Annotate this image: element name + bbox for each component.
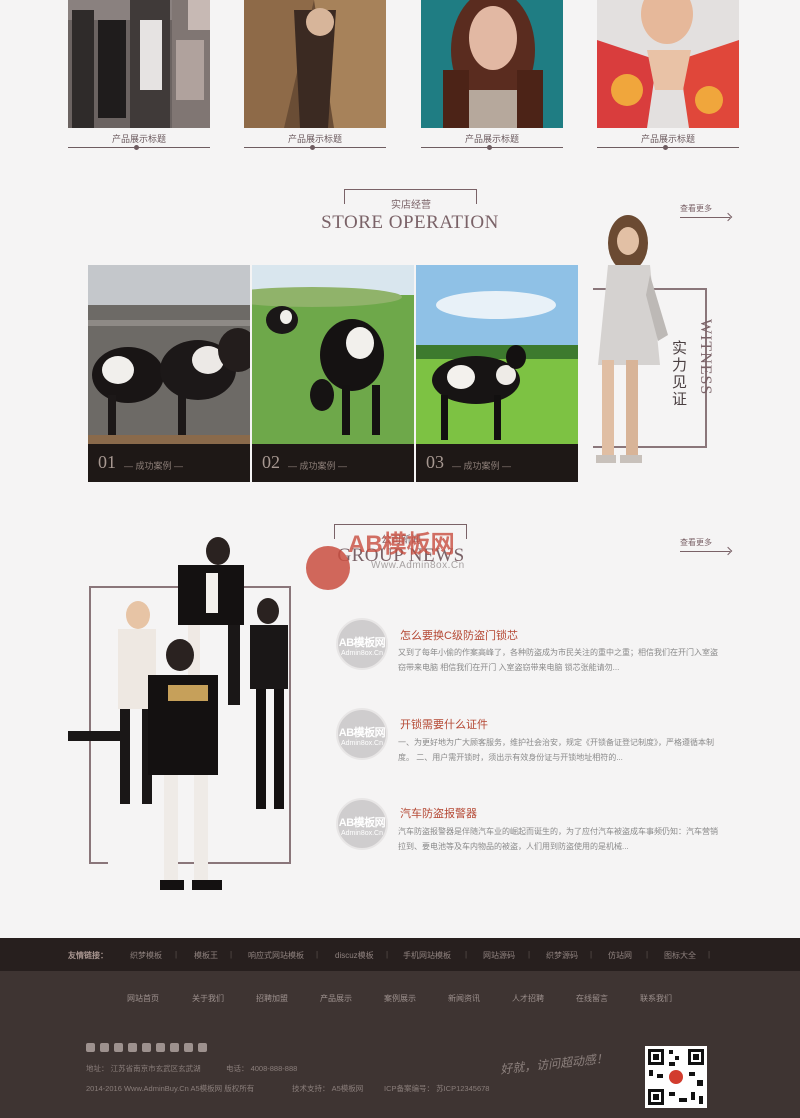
more-link[interactable]: 查看更多 — [680, 203, 730, 218]
product-caption: 产品展示标题 — [421, 128, 563, 150]
footer: 网站首页 关于我们 招聘加盟 产品展示 案例展示 新闻资讯 人才招聘 在线留言 … — [0, 971, 800, 1118]
plus-share-icon[interactable] — [86, 1043, 95, 1052]
section-title-cn: 实店经营 — [391, 200, 431, 211]
news-thumb-icon[interactable]: AB模板网 Admin8ox.Cn — [336, 618, 388, 670]
news-title[interactable]: 汽车防盗报警器 — [400, 805, 477, 821]
watermark-logo-icon — [306, 546, 350, 590]
news-thumb-icon[interactable]: AB模板网 Admin8ox.Cn — [336, 708, 388, 760]
renren-icon[interactable] — [156, 1043, 165, 1052]
section-title-en: STORE OPERATION — [321, 212, 499, 233]
link-divider: | — [528, 950, 531, 959]
product-card[interactable]: 产品展示标题 — [597, 0, 739, 150]
case-number: 03 — [426, 452, 444, 472]
qq-icon[interactable] — [128, 1043, 137, 1052]
case-card[interactable]: 02 — 成功案例 — — [252, 265, 414, 482]
product-caption: 产品展示标题 — [244, 128, 386, 150]
link-divider: | — [230, 950, 233, 959]
friend-link[interactable]: 织梦模板 — [130, 950, 162, 961]
footer-nav-item[interactable]: 网站首页 — [127, 993, 159, 1004]
product-image[interactable] — [597, 0, 739, 128]
news-group-photo — [68, 537, 288, 890]
news-thumb-title: AB模板网 — [338, 637, 386, 649]
link-divider: | — [386, 950, 389, 959]
case-card[interactable]: 03 — 成功案例 — — [416, 265, 578, 482]
friend-links-bar: 友情链接： 织梦模板 | 模板王 | 响应式网站模板 | discuz模板 | … — [0, 938, 800, 971]
link-divider: | — [708, 950, 711, 959]
friend-link[interactable]: 模板王 — [194, 950, 218, 961]
product-caption: 产品展示标题 — [597, 128, 739, 150]
friend-link[interactable]: 仿站网 — [608, 950, 632, 961]
footer-nav-item[interactable]: 新闻资讯 — [448, 993, 480, 1004]
weibo-icon[interactable] — [114, 1043, 123, 1052]
footer-nav-item[interactable]: 在线留言 — [576, 993, 608, 1004]
wechat-icon[interactable] — [184, 1043, 193, 1052]
page: 产品展示标题 产品展示标题 产品展示标题 产品展示标题 实店经营 STORE O… — [0, 0, 800, 1118]
news-thumb-title: AB模板网 — [338, 727, 386, 739]
footer-address: 地址： 江苏省南京市玄武区玄武湖 — [86, 1064, 201, 1073]
friend-link[interactable]: 响应式网站模板 — [248, 950, 304, 961]
case-caption: 03 — 成功案例 — — [416, 444, 578, 482]
sina-icon[interactable] — [142, 1043, 151, 1052]
footer-nav-item[interactable]: 关于我们 — [192, 993, 224, 1004]
news-thumb-sub: Admin8ox.Cn — [340, 740, 384, 747]
link-divider: | — [316, 950, 319, 959]
product-card[interactable]: 产品展示标题 — [421, 0, 563, 150]
footer-copyright: 2014-2016 Www.AdminBuy.Cn A5模板网 版权所有 — [86, 1084, 255, 1093]
news-excerpt: 一、为更好地为广大顾客服务，维护社会治安，规定《开锁备证登记制度》，严格遵循本制… — [398, 738, 714, 762]
news-title[interactable]: 开锁需要什么证件 — [400, 716, 488, 732]
witness-en: WITNESS — [697, 319, 714, 396]
case-label: — 成功案例 — — [452, 461, 512, 471]
case-number: 02 — [262, 452, 280, 472]
footer-nav-item[interactable]: 招聘加盟 — [256, 993, 288, 1004]
douban-icon[interactable] — [170, 1043, 179, 1052]
star-share-icon[interactable] — [100, 1043, 109, 1052]
friend-link[interactable]: 图标大全 — [664, 950, 696, 961]
friend-link[interactable]: 网站源码 — [483, 950, 515, 961]
product-caption: 产品展示标题 — [68, 128, 210, 150]
link-divider: | — [646, 950, 649, 959]
footer-tech-support: 技术支持： A5模板网 — [292, 1084, 364, 1093]
case-card[interactable]: 01 — 成功案例 — — [88, 265, 250, 482]
qr-code-icon — [645, 1046, 707, 1108]
footer-nav-item[interactable]: 联系我们 — [640, 993, 672, 1004]
mail-icon[interactable] — [198, 1043, 207, 1052]
witness-cn: 实力见证 — [672, 340, 688, 408]
case-caption: 02 — 成功案例 — — [252, 444, 414, 482]
product-image[interactable] — [421, 0, 563, 128]
news-title[interactable]: 怎么要换C级防盗门锁芯 — [400, 627, 518, 643]
more-link[interactable]: 查看更多 — [680, 537, 730, 552]
link-divider: | — [590, 950, 593, 959]
footer-nav-item[interactable]: 案例展示 — [384, 993, 416, 1004]
news-excerpt: 汽车防盗报警器是伴随汽车业的崛起而诞生的，为了应付汽车被盗成车事频仍知：汽车营销… — [398, 827, 718, 851]
link-divider: | — [175, 950, 178, 959]
product-image[interactable] — [68, 0, 210, 128]
case-number: 01 — [98, 452, 116, 472]
footer-phone: 电话： 4008-888-888 — [226, 1064, 298, 1073]
case-label: — 成功案例 — — [124, 461, 184, 471]
footer-icp: ICP备案编号： 苏ICP12345678 — [384, 1084, 490, 1093]
news-thumb-title: AB模板网 — [338, 817, 386, 829]
news-thumb-icon[interactable]: AB模板网 Admin8ox.Cn — [336, 798, 388, 850]
footer-nav-item[interactable]: 产品展示 — [320, 993, 352, 1004]
witness-model-image — [596, 215, 668, 463]
footer-nav-item[interactable]: 人才招聘 — [512, 993, 544, 1004]
watermark-url: Www.Admin8ox.Cn — [371, 560, 465, 571]
link-divider: | — [465, 950, 468, 959]
friend-links-label: 友情链接： — [68, 951, 108, 960]
news-excerpt: 又到了每年小偷的作案高峰了，各种防盗成为市民关注的重中之重；相信我们在开门入室盗… — [398, 648, 718, 672]
news-thumb-sub: Admin8ox.Cn — [340, 830, 384, 837]
friend-link[interactable]: discuz模板 — [335, 950, 374, 961]
product-card[interactable]: 产品展示标题 — [244, 0, 386, 150]
product-card[interactable]: 产品展示标题 — [68, 0, 210, 150]
watermark-logo: AB模板网 — [348, 531, 455, 558]
product-image[interactable] — [244, 0, 386, 128]
news-thumb-sub: Admin8ox.Cn — [340, 650, 384, 657]
case-caption: 01 — 成功案例 — — [88, 444, 250, 482]
friend-link[interactable]: 手机网站模板 — [403, 950, 451, 961]
case-label: — 成功案例 — — [288, 461, 348, 471]
friend-link[interactable]: 织梦源码 — [546, 950, 578, 961]
footer-slogan: 好就，访问超动感！ — [499, 1051, 609, 1077]
